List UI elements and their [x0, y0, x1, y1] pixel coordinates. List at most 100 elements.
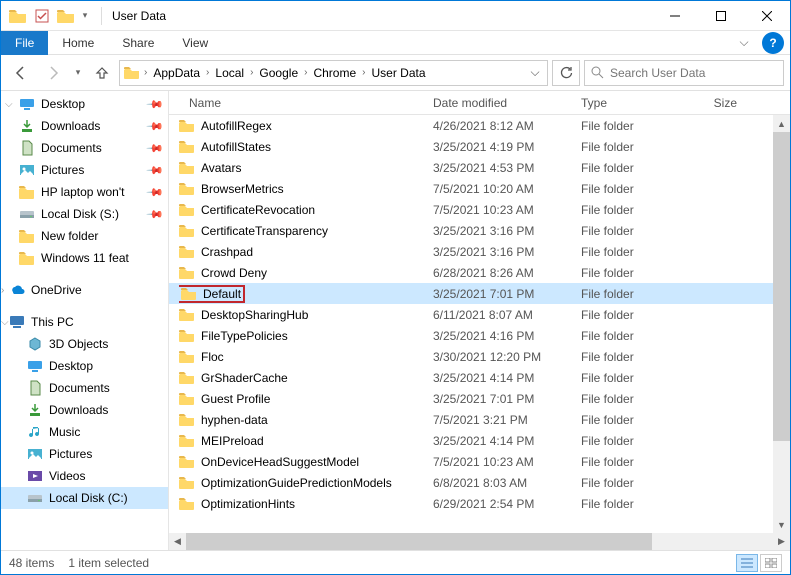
folder-icon — [7, 5, 29, 27]
column-type[interactable]: Type — [573, 96, 685, 110]
help-button[interactable]: ? — [762, 32, 784, 54]
breadcrumb-item[interactable]: Chrome — [309, 66, 360, 80]
scroll-thumb[interactable] — [186, 533, 652, 550]
up-button[interactable] — [89, 60, 115, 86]
breadcrumb-item[interactable]: Local — [211, 66, 248, 80]
file-row[interactable]: MEIPreload 3/25/2021 4:14 PM File folder — [169, 430, 790, 451]
nav-onedrive[interactable]: ›OneDrive — [1, 279, 168, 301]
file-date: 3/25/2021 4:14 PM — [425, 434, 573, 448]
selection-status: 1 item selected — [68, 556, 149, 570]
file-row[interactable]: CertificateRevocation 7/5/2021 10:23 AM … — [169, 199, 790, 220]
folder-icon — [122, 66, 142, 79]
minimize-button[interactable] — [652, 1, 698, 31]
scroll-down-button[interactable]: ▼ — [773, 516, 790, 533]
column-size[interactable]: Size — [685, 96, 745, 110]
file-tab[interactable]: File — [1, 31, 48, 55]
file-name: GrShaderCache — [201, 371, 288, 385]
explorer-body: ⌵Desktop📌Downloads📌Documents📌Pictures📌HP… — [1, 91, 790, 550]
nav-pc-item[interactable]: Music — [1, 421, 168, 443]
file-date: 3/25/2021 4:53 PM — [425, 161, 573, 175]
folder-icon — [179, 455, 195, 468]
recent-locations-dropdown[interactable]: ▾ — [71, 60, 85, 86]
qat-dropdown[interactable]: ▾ — [79, 5, 91, 27]
nav-pc-item[interactable]: Pictures — [1, 443, 168, 465]
file-row[interactable]: hyphen-data 7/5/2021 3:21 PM File folder — [169, 409, 790, 430]
nav-pc-item[interactable]: Local Disk (C:) — [1, 487, 168, 509]
address-dropdown[interactable]: ⌵ — [525, 65, 545, 80]
file-type: File folder — [573, 161, 685, 175]
chevron-right-icon[interactable]: › — [302, 67, 309, 78]
chevron-right-icon[interactable]: › — [360, 67, 367, 78]
maximize-button[interactable] — [698, 1, 744, 31]
search-input[interactable] — [610, 66, 777, 80]
column-name[interactable]: Name — [181, 96, 425, 110]
file-row[interactable]: FileTypePolicies 3/25/2021 4:16 PM File … — [169, 325, 790, 346]
qat-new-folder-button[interactable] — [55, 5, 77, 27]
scroll-right-button[interactable]: ▶ — [773, 533, 790, 550]
file-row[interactable]: Floc 3/30/2021 12:20 PM File folder — [169, 346, 790, 367]
qat-properties-button[interactable] — [31, 5, 53, 27]
file-row[interactable]: AutofillRegex 4/26/2021 8:12 AM File fol… — [169, 115, 790, 136]
breadcrumb-bar[interactable]: › AppData › Local › Google › Chrome › Us… — [119, 60, 548, 86]
file-date: 6/29/2021 2:54 PM — [425, 497, 573, 511]
file-name: Crashpad — [201, 245, 253, 259]
file-row[interactable]: Guest Profile 3/25/2021 7:01 PM File fol… — [169, 388, 790, 409]
nav-this-pc[interactable]: ⌵This PC — [1, 311, 168, 333]
nav-pc-item[interactable]: Videos — [1, 465, 168, 487]
thumbnails-view-button[interactable] — [760, 554, 782, 572]
file-date: 3/30/2021 12:20 PM — [425, 350, 573, 364]
tab-view[interactable]: View — [168, 33, 222, 53]
file-row[interactable]: OptimizationHints 6/29/2021 2:54 PM File… — [169, 493, 790, 514]
file-row[interactable]: Avatars 3/25/2021 4:53 PM File folder — [169, 157, 790, 178]
forward-button[interactable] — [39, 60, 67, 86]
folder-icon — [179, 266, 195, 279]
nav-quick-item[interactable]: ⌵Desktop📌 — [1, 93, 168, 115]
file-type: File folder — [573, 329, 685, 343]
file-row[interactable]: Default 3/25/2021 7:01 PM File folder — [169, 283, 790, 304]
tab-home[interactable]: Home — [48, 33, 108, 53]
horizontal-scrollbar[interactable]: ◀ ▶ — [169, 533, 790, 550]
nav-pc-item[interactable]: 3D Objects — [1, 333, 168, 355]
file-type: File folder — [573, 413, 685, 427]
file-row[interactable]: Crashpad 3/25/2021 3:16 PM File folder — [169, 241, 790, 262]
nav-quick-item[interactable]: Windows 11 feat — [1, 247, 168, 269]
scroll-left-button[interactable]: ◀ — [169, 533, 186, 550]
chevron-right-icon[interactable]: › — [142, 67, 149, 78]
nav-pc-item[interactable]: Downloads — [1, 399, 168, 421]
scroll-thumb[interactable] — [773, 132, 790, 441]
nav-quick-item[interactable]: Local Disk (S:)📌 — [1, 203, 168, 225]
breadcrumb-item[interactable]: AppData — [149, 66, 204, 80]
file-row[interactable]: AutofillStates 3/25/2021 4:19 PM File fo… — [169, 136, 790, 157]
file-row[interactable]: CertificateTransparency 3/25/2021 3:16 P… — [169, 220, 790, 241]
file-row[interactable]: DesktopSharingHub 6/11/2021 8:07 AM File… — [169, 304, 790, 325]
nav-pc-item[interactable]: Documents — [1, 377, 168, 399]
file-type: File folder — [573, 224, 685, 238]
vertical-scrollbar[interactable]: ▲ ▼ — [773, 115, 790, 533]
file-row[interactable]: OptimizationGuidePredictionModels 6/8/20… — [169, 472, 790, 493]
nav-quick-item[interactable]: New folder — [1, 225, 168, 247]
file-row[interactable]: BrowserMetrics 7/5/2021 10:20 AM File fo… — [169, 178, 790, 199]
nav-quick-item[interactable]: Documents📌 — [1, 137, 168, 159]
nav-pc-item[interactable]: Desktop — [1, 355, 168, 377]
file-date: 7/5/2021 10:20 AM — [425, 182, 573, 196]
chevron-right-icon[interactable]: › — [204, 67, 211, 78]
chevron-right-icon[interactable]: › — [248, 67, 255, 78]
column-date[interactable]: Date modified — [425, 96, 573, 110]
nav-quick-item[interactable]: Pictures📌 — [1, 159, 168, 181]
tab-share[interactable]: Share — [108, 33, 168, 53]
file-row[interactable]: OnDeviceHeadSuggestModel 7/5/2021 10:23 … — [169, 451, 790, 472]
nav-quick-item[interactable]: Downloads📌 — [1, 115, 168, 137]
details-view-button[interactable] — [736, 554, 758, 572]
breadcrumb-item[interactable]: User Data — [368, 66, 430, 80]
file-row[interactable]: Crowd Deny 6/28/2021 8:26 AM File folder — [169, 262, 790, 283]
close-button[interactable] — [744, 1, 790, 31]
search-box[interactable] — [584, 60, 784, 86]
breadcrumb-item[interactable]: Google — [255, 66, 302, 80]
back-button[interactable] — [7, 60, 35, 86]
file-row[interactable]: GrShaderCache 3/25/2021 4:14 PM File fol… — [169, 367, 790, 388]
nav-quick-item[interactable]: HP laptop won't📌 — [1, 181, 168, 203]
refresh-button[interactable] — [552, 60, 580, 86]
ribbon-collapse-button[interactable]: ⌵ — [732, 35, 756, 50]
scroll-up-button[interactable]: ▲ — [773, 115, 790, 132]
desktop-icon — [27, 358, 43, 374]
